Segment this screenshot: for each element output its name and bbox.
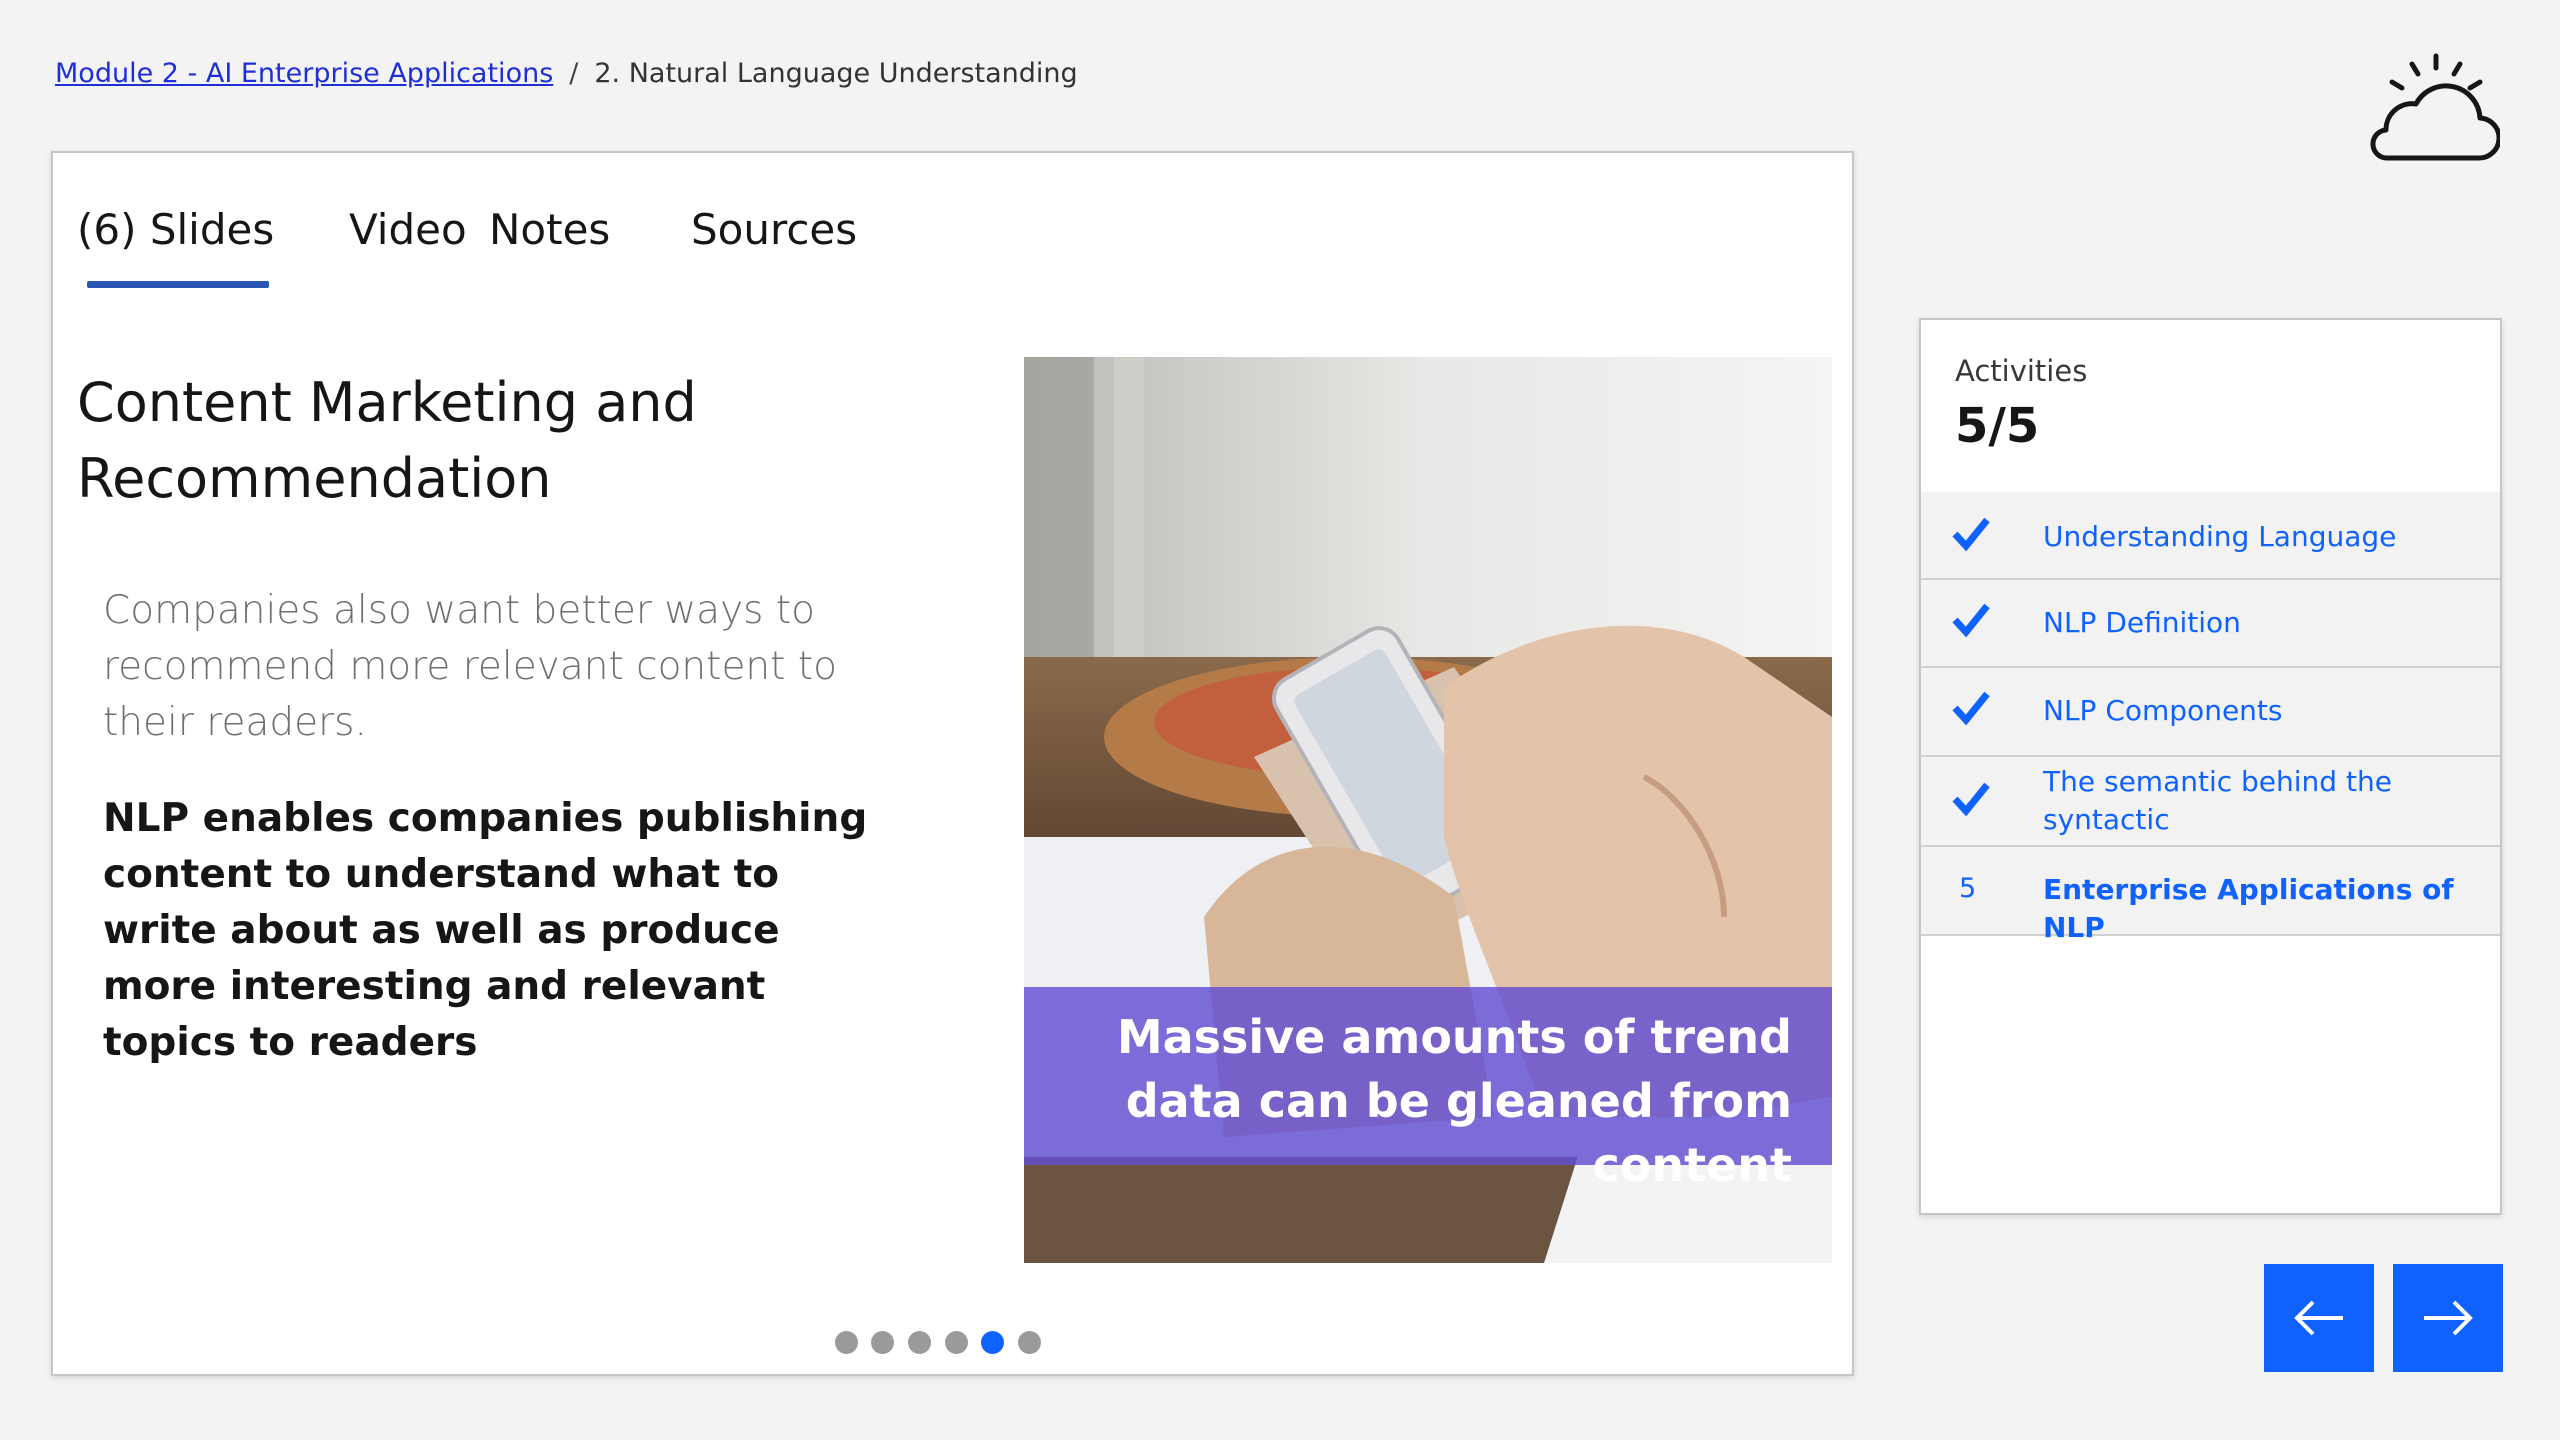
check-icon	[1952, 517, 1990, 552]
pagination-dot-2[interactable]	[871, 1331, 894, 1354]
activity-label: Enterprise Applications of NLP	[2043, 873, 2454, 944]
activities-count: 5/5	[1955, 398, 2040, 454]
activities-header: Activities 5/5	[1921, 320, 2500, 494]
tab-sources[interactable]: Sources	[691, 205, 857, 254]
cloud-sun-logo-icon	[2370, 52, 2502, 167]
slide-body-text: Companies also want better ways to recom…	[103, 588, 837, 745]
activity-number: 5	[1959, 873, 1977, 904]
active-tab-underline	[87, 281, 269, 288]
previous-button[interactable]	[2264, 1264, 2374, 1372]
check-icon	[1952, 691, 1990, 726]
breadcrumb-separator: /	[569, 58, 579, 89]
slide-title: Content Marketing and Recommendation	[77, 371, 697, 510]
image-caption-overlay: Massive amounts of trend data can be gle…	[1024, 987, 1832, 1192]
tab-video[interactable]: Video	[349, 205, 467, 254]
activity-item-nlp-components[interactable]: NLP Components	[1921, 668, 2500, 757]
activity-item-semantic-behind-syntactic[interactable]: The semantic behind the syntactic	[1921, 757, 2500, 847]
activity-item-understanding-language[interactable]: Understanding Language	[1921, 492, 2500, 580]
activity-item-enterprise-applications-nlp[interactable]: 5 Enterprise Applications of NLP	[1921, 847, 2500, 944]
slide-image: Massive amounts of trend data can be gle…	[1024, 357, 1832, 1263]
activity-label: The semantic behind the syntactic	[2043, 765, 2392, 836]
pagination-dot-3[interactable]	[908, 1331, 931, 1354]
arrow-right-icon	[2424, 1300, 2473, 1336]
check-icon	[1952, 603, 1990, 638]
pagination-dot-1[interactable]	[835, 1331, 858, 1354]
breadcrumb-module-link[interactable]: Module 2 - AI Enterprise Applications	[55, 58, 553, 89]
next-button[interactable]	[2393, 1264, 2503, 1372]
tab-notes[interactable]: Notes	[489, 205, 610, 254]
activity-label: NLP Components	[2043, 694, 2283, 727]
slides-card: (6) Slides Video Notes Sources Content M…	[51, 151, 1854, 1376]
check-icon	[1952, 782, 1990, 817]
activity-item-nlp-definition[interactable]: NLP Definition	[1921, 580, 2500, 668]
pagination-dot-5-active[interactable]	[981, 1331, 1004, 1354]
pagination-dot-6[interactable]	[1018, 1331, 1041, 1354]
activities-panel: Activities 5/5 Understanding Language NL…	[1919, 318, 2502, 1215]
activity-label: Understanding Language	[2043, 520, 2397, 553]
activities-label: Activities	[1955, 354, 2088, 388]
tab-slides[interactable]: (6) Slides	[77, 205, 274, 254]
activity-label: NLP Definition	[2043, 606, 2241, 639]
pagination-dot-4[interactable]	[945, 1331, 968, 1354]
breadcrumb-current: 2. Natural Language Understanding	[594, 58, 1078, 89]
arrow-left-icon	[2294, 1300, 2343, 1336]
breadcrumb: Module 2 - AI Enterprise Applications / 2.…	[55, 58, 1078, 89]
slide-bold-text: NLP enables companies publishing content…	[103, 796, 868, 1065]
